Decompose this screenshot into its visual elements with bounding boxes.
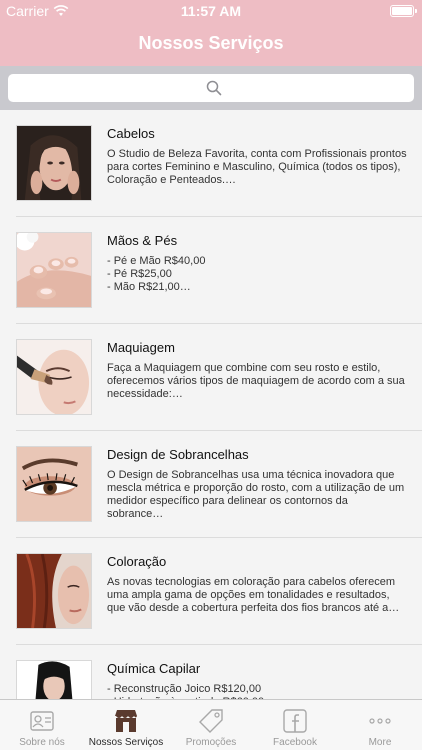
status-time: 11:57 AM [180, 3, 242, 19]
service-description: Faça a Maquiagem que combine com seu ros… [107, 362, 405, 400]
service-title: Design de Sobrancelhas [107, 447, 249, 462]
service-description: - Pé e Mão R$40,00 - Pé R$25,00 - Mão R$… [107, 255, 206, 293]
service-thumbnail [16, 339, 92, 415]
service-row-cabelos[interactable]: Cabelos O Studio de Beleza Favorita, con… [0, 110, 422, 217]
service-title: Coloração [107, 554, 167, 569]
service-row-maos-pes[interactable]: Mãos & Pés - Pé e Mão R$40,00 - Pé R$25,… [0, 217, 422, 324]
more-icon [369, 718, 391, 724]
status-bar: Carrier 11:57 AM [0, 0, 422, 22]
tab-facebook[interactable]: Facebook [253, 700, 337, 750]
tab-label: Promoções [185, 737, 237, 748]
tab-bar: Sobre nós Nossos Serviços Promoções Face… [0, 699, 422, 750]
storefront-icon [115, 710, 137, 732]
id-card-icon [30, 711, 54, 731]
service-thumbnail [16, 446, 92, 522]
service-description: O Design de Sobrancelhas usa uma técnica… [107, 469, 405, 520]
tab-nossos-servicos[interactable]: Nossos Serviços [84, 700, 168, 750]
tab-label: Sobre nós [19, 737, 65, 748]
service-row-maquiagem[interactable]: Maquiagem Faça a Maquiagem que combine c… [0, 324, 422, 431]
tab-label: Facebook [273, 737, 317, 748]
tab-label: More [368, 737, 392, 748]
tab-sobre-nos[interactable]: Sobre nós [0, 700, 84, 750]
service-thumbnail [16, 660, 92, 699]
tab-promocoes[interactable]: Promoções [169, 700, 253, 750]
search-input[interactable] [8, 74, 414, 102]
page-title: Nossos Serviços [138, 33, 284, 53]
service-row-design-sobrancelhas[interactable]: Design de Sobrancelhas O Design de Sobra… [0, 431, 422, 538]
service-thumbnail [16, 553, 92, 629]
service-description: O Studio de Beleza Favorita, conta com P… [107, 148, 407, 186]
service-title: Química Capilar [107, 661, 201, 676]
search-bar [0, 66, 422, 110]
tab-label: Nossos Serviços [88, 737, 164, 748]
tag-icon [199, 709, 223, 733]
service-title: Cabelos [107, 126, 155, 141]
service-description: - Reconstrução Joico R$120,00 - Hidrataç… [107, 683, 264, 699]
services-list[interactable]: Cabelos O Studio de Beleza Favorita, con… [0, 110, 422, 699]
service-thumbnail [16, 125, 92, 201]
service-row-coloracao[interactable]: Coloração As novas tecnologias em colora… [0, 538, 422, 645]
search-icon [206, 80, 222, 96]
battery-icon [390, 5, 417, 17]
service-description: As novas tecnologias em coloração para c… [107, 576, 400, 614]
service-row-quimica-capilar[interactable]: Química Capilar - Reconstrução Joico R$1… [0, 645, 422, 699]
service-thumbnail [16, 232, 92, 308]
tab-more[interactable]: More [338, 700, 422, 750]
service-title: Maquiagem [107, 340, 175, 355]
facebook-icon [283, 709, 307, 733]
service-title: Mãos & Pés [107, 233, 178, 248]
navigation-bar: Nossos Serviços [0, 22, 422, 66]
